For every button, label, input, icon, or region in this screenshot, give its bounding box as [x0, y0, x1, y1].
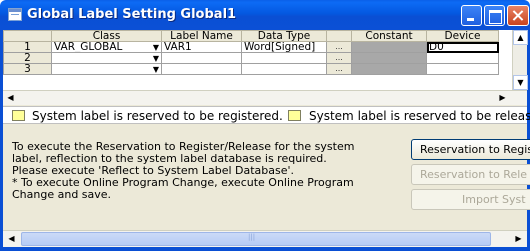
row-number: 1	[3, 41, 52, 53]
header-class[interactable]: Class	[51, 30, 162, 42]
row-number: 2	[3, 52, 52, 64]
constant-cell	[351, 63, 427, 75]
scroll-right-icon[interactable]: ▶	[511, 232, 526, 247]
reservation-to-register-button[interactable]: Reservation to Regis	[411, 139, 530, 160]
registered-swatch	[12, 110, 25, 121]
import-system-button[interactable]: Import Syst	[411, 189, 530, 210]
header-constant[interactable]: Constant	[351, 30, 427, 42]
label-name-cell[interactable]	[161, 52, 242, 64]
title-bar: Global Label Setting Global1	[0, 0, 530, 30]
class-value: VAR_GLOBAL	[54, 41, 123, 53]
window-icon	[8, 8, 22, 21]
constant-cell	[351, 52, 427, 64]
device-cell[interactable]	[426, 63, 499, 75]
scroll-right-icon[interactable]: ▶	[495, 91, 510, 106]
class-select[interactable]: ▼	[51, 52, 162, 64]
header-data-type[interactable]: Data Type	[241, 30, 327, 42]
data-type-cell[interactable]: Word[Signed]	[241, 41, 327, 53]
close-button[interactable]	[507, 5, 529, 26]
row-number: 3	[3, 63, 52, 75]
legend-registered-text: System label is reserved to be registere…	[32, 109, 283, 123]
scroll-down-icon[interactable]: ▼	[513, 75, 528, 90]
scroll-left-icon[interactable]: ◀	[4, 232, 19, 247]
legend-released-text: System label is reserved to be released.	[309, 109, 530, 123]
table-row: 3 ▼ ...	[3, 63, 499, 75]
grid-horizontal-scrollbar[interactable]: ◀ ▶	[3, 90, 527, 105]
scroll-thumb[interactable]	[21, 232, 491, 246]
header-device[interactable]: Device	[426, 30, 499, 42]
table-row: 2 ▼ ...	[3, 52, 499, 64]
ellipsis-button[interactable]: ...	[326, 63, 352, 75]
message-line: Change and save.	[12, 188, 112, 201]
dropdown-arrow-icon[interactable]: ▼	[153, 54, 159, 63]
window-horizontal-scrollbar[interactable]: ◀ ▶	[3, 230, 527, 247]
device-cell[interactable]: D0	[426, 41, 499, 53]
header-label-name[interactable]: Label Name	[161, 30, 242, 42]
class-select[interactable]: VAR_GLOBAL ▼	[51, 41, 162, 53]
maximize-button[interactable]	[484, 5, 505, 26]
class-select[interactable]: ▼	[51, 63, 162, 75]
ellipsis-button[interactable]: ...	[326, 52, 352, 64]
label-name-cell[interactable]	[161, 63, 242, 75]
label-name-cell[interactable]: VAR1	[161, 41, 242, 53]
window-title: Global Label Setting Global1	[27, 7, 237, 22]
legend-bar: System label is reserved to be registere…	[3, 106, 530, 124]
header-corner	[3, 30, 52, 42]
data-type-cell[interactable]	[241, 52, 327, 64]
device-cell[interactable]	[426, 52, 499, 64]
dropdown-arrow-icon[interactable]: ▼	[153, 65, 159, 74]
header-ellipsis	[326, 30, 352, 42]
table-row: 1 VAR_GLOBAL ▼ VAR1 Word[Signed] ... D0	[3, 41, 499, 53]
ellipsis-button[interactable]: ...	[326, 41, 352, 53]
constant-cell	[351, 41, 427, 53]
scroll-left-icon[interactable]: ◀	[3, 91, 18, 106]
dropdown-arrow-icon[interactable]: ▼	[153, 43, 159, 52]
data-type-cell[interactable]	[241, 63, 327, 75]
label-grid: Class Label Name Data Type Constant Devi…	[3, 30, 527, 90]
minimize-button[interactable]	[461, 5, 482, 26]
window-bottom-border	[0, 247, 530, 251]
released-swatch	[288, 110, 301, 121]
grid-vertical-scrollbar[interactable]: ▲ ▼	[512, 30, 528, 90]
scroll-up-icon[interactable]: ▲	[513, 30, 528, 45]
reservation-to-release-button[interactable]: Reservation to Rele	[411, 164, 530, 185]
info-message: To execute the Reservation to Register/R…	[12, 141, 407, 201]
